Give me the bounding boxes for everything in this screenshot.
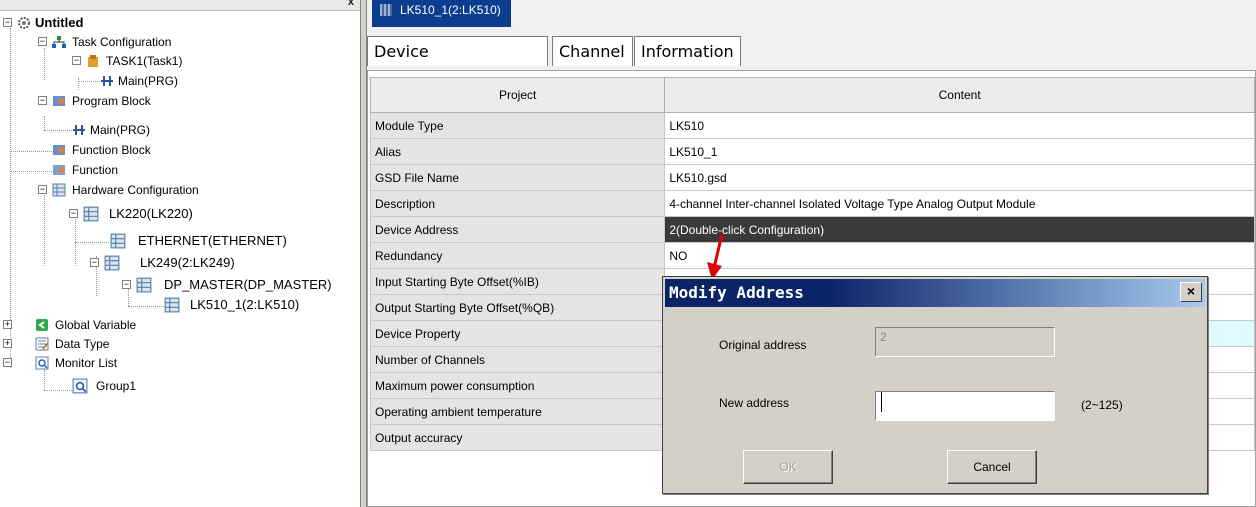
new-address-input[interactable] [875, 391, 1055, 421]
tree-item-label: Group1 [96, 379, 137, 393]
tree-item-label: Function Block [72, 143, 151, 157]
tree-item-label: LK510_1(2:LK510) [190, 297, 300, 312]
row-project: Description [369, 190, 666, 217]
collapse-toggle[interactable]: − [38, 37, 47, 46]
table-row[interactable]: GSD File Name LK510.gsd [369, 164, 1255, 191]
dialog-close-button[interactable]: × [1180, 282, 1202, 302]
table-row[interactable]: Alias LK510_1 [369, 138, 1255, 165]
row-project: Module Type [369, 112, 666, 139]
module-icon [380, 4, 392, 16]
project-tree-panel: x − Untitled − Task Configuration − TASK… [0, 0, 361, 507]
text-caret [881, 392, 882, 412]
network-icon [52, 36, 66, 48]
row-project: Alias [369, 138, 666, 165]
row-project: Redundancy [369, 242, 666, 269]
original-address-label: Original address [719, 338, 807, 352]
tree-item-label: Main(PRG) [90, 123, 151, 137]
data-type-icon [35, 337, 49, 351]
program-block-icon [53, 96, 65, 106]
collapse-toggle[interactable]: − [69, 209, 78, 218]
ok-button[interactable]: OK [743, 450, 833, 484]
collapse-toggle[interactable]: − [3, 358, 12, 367]
ladder-icon [101, 76, 113, 86]
tree-item-label: Global Variable [55, 318, 137, 332]
tree-item-label: Main(PRG) [118, 74, 179, 88]
tree-item-label: Program Block [72, 94, 151, 108]
address-range-hint: (2~125) [1081, 398, 1123, 412]
row-project: Input Starting Byte Offset(%IB) [369, 268, 666, 295]
tree-panel-titlebar: x [0, 0, 360, 11]
tab-device-configuration[interactable]: Device Configuration [367, 36, 548, 91]
collapse-toggle[interactable]: − [38, 185, 47, 194]
hardware-icon [52, 183, 66, 197]
table-row[interactable]: Redundancy NO [369, 242, 1255, 269]
table-row[interactable]: Module Type LK510 [369, 112, 1255, 139]
column-header-content[interactable]: Content [664, 77, 1255, 113]
hardware-module-icon [104, 255, 120, 271]
collapse-toggle[interactable]: − [38, 96, 47, 105]
gear-icon [18, 17, 30, 29]
collapse-toggle[interactable]: − [3, 18, 12, 27]
tree-root-label: Untitled [35, 15, 84, 30]
annotation-arrow-icon [707, 233, 724, 280]
column-header-project[interactable]: Project [369, 77, 666, 113]
tab-information[interactable]: Information [634, 36, 741, 66]
collapse-toggle[interactable]: − [122, 280, 131, 289]
row-project: Output Starting Byte Offset(%QB) [369, 294, 666, 321]
tree-panel-close-button[interactable]: x [348, 0, 354, 8]
hardware-module-icon [83, 206, 99, 222]
tree-item-label: Task Configuration [72, 35, 172, 49]
ladder-icon [73, 125, 85, 135]
expand-toggle[interactable]: + [3, 320, 12, 329]
tree-item-label: DP_MASTER(DP_MASTER) [164, 277, 332, 292]
tree-item-label: LK249(2:LK249) [140, 255, 235, 270]
monitor-list-icon [72, 378, 88, 394]
row-content[interactable]: LK510_1 [664, 138, 1255, 165]
table-row-selected[interactable]: Device Address 2(Double-click Configurati… [369, 216, 1255, 243]
original-address-field: 2 [875, 327, 1055, 357]
monitor-list-icon [35, 356, 49, 370]
row-project: Number of Channels [369, 346, 666, 373]
document-tab[interactable]: LK510_1(2:LK510) [372, 0, 511, 27]
row-content[interactable]: LK510.gsd [664, 164, 1255, 191]
device-address-cell[interactable]: 2(Double-click Configuration) [664, 216, 1255, 243]
tree-item-label: Data Type [55, 337, 110, 351]
hardware-module-icon [164, 297, 180, 313]
row-project: Operating ambient temperature [369, 398, 666, 425]
global-variable-icon [36, 319, 48, 331]
tree-item-label: ETHERNET(ETHERNET) [138, 233, 287, 248]
function-block-icon [53, 145, 65, 155]
row-content[interactable]: LK510 [664, 112, 1255, 139]
expand-toggle[interactable]: + [3, 339, 12, 348]
modify-address-dialog: Modify Address × Original address 2 New … [662, 276, 1208, 494]
tree-item-label: Monitor List [55, 356, 118, 370]
row-project: Device Address [369, 216, 666, 243]
tab-channel[interactable]: Channel [552, 36, 633, 66]
row-project: GSD File Name [369, 164, 666, 191]
task-icon [88, 55, 98, 67]
function-icon [53, 165, 65, 175]
tree-item-label: LK220(LK220) [109, 206, 193, 221]
document-tab-label: LK510_1(2:LK510) [400, 3, 501, 17]
row-content[interactable]: NO [664, 242, 1255, 269]
tree-item-label: Hardware Configuration [72, 183, 199, 197]
tree-item-label: Function [72, 163, 119, 177]
row-project: Device Property [369, 320, 666, 347]
tree-item-label: TASK1(Task1) [106, 54, 183, 68]
cancel-button[interactable]: Cancel [947, 450, 1037, 484]
hardware-module-icon [110, 233, 126, 249]
hardware-module-icon [136, 277, 152, 293]
panel-splitter[interactable] [360, 0, 367, 507]
table-row[interactable]: Description 4-channel Inter-channel Isola… [369, 190, 1255, 217]
row-content[interactable]: 4-channel Inter-channel Isolated Voltage… [664, 190, 1255, 217]
dialog-titlebar[interactable]: Modify Address × [665, 279, 1205, 307]
row-project: Output accuracy [369, 424, 666, 451]
dialog-title: Modify Address [669, 283, 804, 302]
row-project: Maximum power consumption [369, 372, 666, 399]
collapse-toggle[interactable]: − [90, 258, 99, 267]
new-address-label: New address [719, 396, 790, 410]
collapse-toggle[interactable]: − [72, 56, 81, 65]
